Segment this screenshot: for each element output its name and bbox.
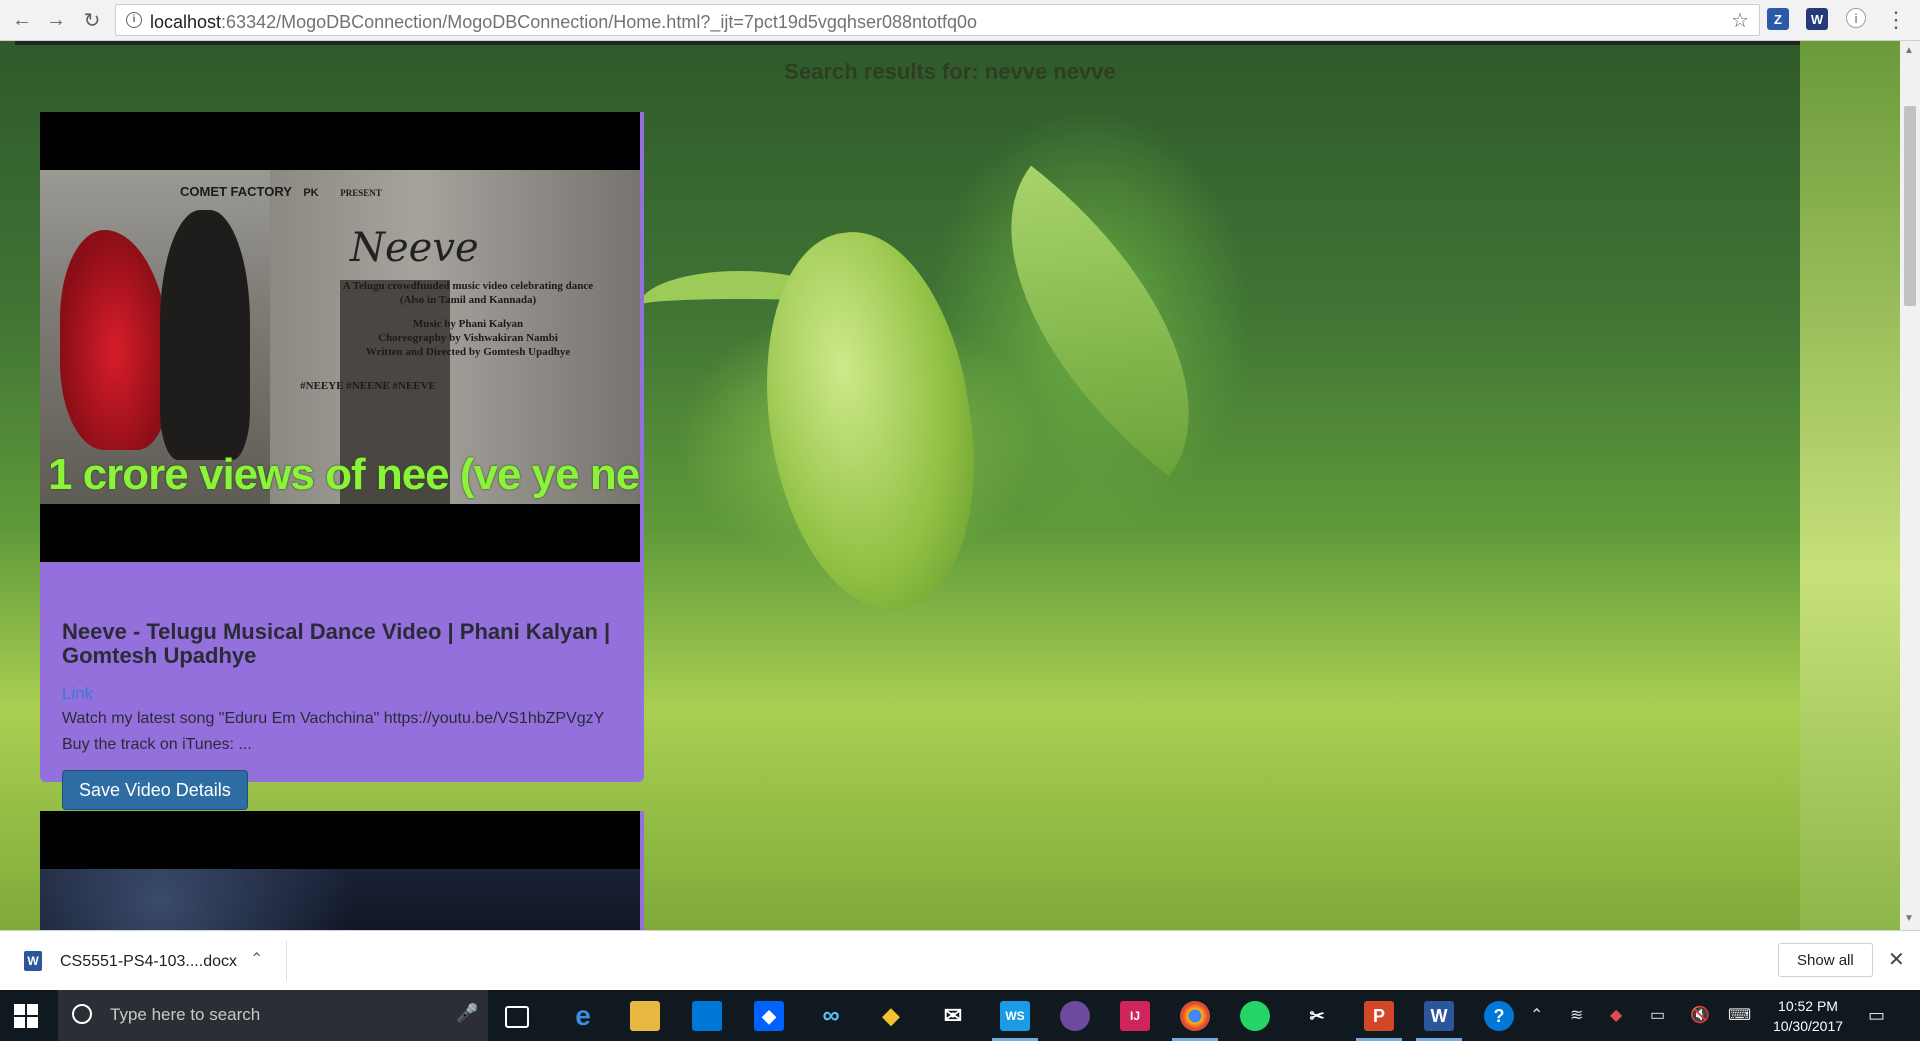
video-thumbnail[interactable] <box>40 811 640 930</box>
taskbar-search-box[interactable]: Type here to search 🎤 <box>58 990 488 1041</box>
thumbnail-dancer-red-dress <box>60 230 170 450</box>
thumbnail-present: PRESENT <box>340 188 382 198</box>
url-text[interactable]: localhost:63342/MogoDBConnection/MogoDBC… <box>150 12 977 33</box>
page-scrollbar[interactable]: ▲ ▼ <box>1900 41 1920 930</box>
bookmark-star-icon[interactable]: ☆ <box>1731 8 1749 33</box>
background-image-edge <box>1800 41 1900 930</box>
dropbox-icon[interactable]: ◆ <box>754 1001 784 1031</box>
chevron-up-icon[interactable]: ⌃ <box>1530 1005 1543 1025</box>
scroll-down-arrow-icon[interactable]: ▼ <box>1904 913 1914 924</box>
page-viewport: Search results for: nevve nevve COMET FA… <box>0 41 1900 930</box>
thumbnail-caption: 1 crore views of nee (ve ye ne) <box>48 450 640 499</box>
address-bar[interactable]: i localhost:63342/MogoDBConnection/MogoD… <box>115 4 1760 36</box>
extension-circle-icon[interactable]: i <box>1846 8 1866 28</box>
intellij-icon[interactable]: IJ <box>1120 1001 1150 1031</box>
help-icon[interactable]: ? <box>1484 1001 1514 1031</box>
header-border <box>15 41 1800 45</box>
webstorm-icon[interactable]: WS <box>1000 1001 1030 1031</box>
action-center-icon[interactable]: ▭ <box>1868 1005 1885 1026</box>
thumbnail-dancer-dark <box>160 210 250 460</box>
battery-icon[interactable]: ▭ <box>1650 1005 1665 1025</box>
word-document-icon[interactable]: W <box>24 951 42 971</box>
extension-icon[interactable]: W <box>1806 8 1828 30</box>
whatsapp-icon[interactable] <box>1240 1001 1270 1031</box>
close-icon[interactable]: ✕ <box>1888 947 1905 972</box>
dropbox-tray-icon[interactable]: ◆ <box>1610 1005 1622 1025</box>
download-file-name[interactable]: CS5551-PS4-103....docx <box>60 953 237 971</box>
video-description: Watch my latest song "Eduru Em Vachchina… <box>62 710 605 753</box>
search-results-heading: Search results for: nevve nevve <box>784 59 1116 84</box>
scrollbar-thumb[interactable] <box>1904 106 1916 306</box>
mail-icon[interactable]: ✉ <box>938 1001 968 1031</box>
word-icon[interactable]: W <box>1424 1001 1454 1031</box>
store-icon[interactable] <box>692 1001 722 1031</box>
zotero-extension-icon[interactable]: Z <box>1767 8 1789 30</box>
wifi-icon[interactable]: ≋ <box>1570 1005 1583 1025</box>
clock-time: 10:52 PM <box>1778 998 1838 1014</box>
save-video-details-button[interactable]: Save Video Details <box>62 770 248 810</box>
cortana-icon[interactable] <box>72 1004 92 1024</box>
microphone-icon[interactable]: 🎤 <box>456 1003 478 1024</box>
back-arrow-icon[interactable]: ← <box>10 8 34 32</box>
volume-muted-icon[interactable]: 🔇 <box>1690 1005 1710 1025</box>
thumbnail-credit-line: Choreography by Vishwakiran Nambi <box>378 332 558 344</box>
chrome-icon[interactable] <box>1180 1001 1210 1031</box>
thumbnail-hashtags: #NEEYE #NEENE #NEEVE <box>300 380 436 392</box>
url-host: localhost <box>150 12 222 32</box>
video-title: Neeve - Telugu Musical Dance Video | Pha… <box>62 619 611 668</box>
thumbnail-image: COMET FACTORY PK PRESENT Neeve A Telugu … <box>40 170 640 504</box>
git-tool-icon[interactable]: ◆ <box>876 1001 906 1031</box>
thumbnail-brand2: PK <box>303 187 319 199</box>
menu-kebab-icon[interactable]: ⋮ <box>1884 7 1908 32</box>
powerpoint-icon[interactable]: P <box>1364 1001 1394 1031</box>
keyboard-icon[interactable]: ⌨ <box>1728 1005 1751 1025</box>
thumbnail-brand-name: COMET FACTORY <box>180 184 292 199</box>
thumbnail-credit-line: A Telugu crowdfunded music video celebra… <box>342 280 594 292</box>
info-icon[interactable]: i <box>126 12 142 28</box>
system-clock[interactable]: 10:52 PM 10/30/2017 <box>1768 996 1848 1036</box>
windows-taskbar: Type here to search 🎤 e ◆ ∞ ◆ ✉ WS IJ ✂ … <box>0 990 1920 1041</box>
windows-start-icon[interactable] <box>14 1004 38 1028</box>
browser-toolbar: ← → ↻ i localhost:63342/MogoDBConnection… <box>0 0 1920 41</box>
video-thumbnail[interactable]: COMET FACTORY PK PRESENT Neeve A Telugu … <box>40 112 640 562</box>
thumbnail-credit-line: (Also in Tamil and Kannada) <box>399 294 537 306</box>
thumbnail-script-title: Neeve <box>350 225 479 271</box>
show-all-downloads-button[interactable]: Show all <box>1778 943 1873 977</box>
scroll-up-arrow-icon[interactable]: ▲ <box>1904 45 1914 56</box>
infinity-app-icon[interactable]: ∞ <box>816 1001 846 1031</box>
shelf-divider <box>286 941 287 981</box>
thumbnail-brand: COMET FACTORY PK PRESENT <box>180 184 382 199</box>
reload-icon[interactable]: ↻ <box>80 8 104 32</box>
file-explorer-icon[interactable] <box>630 1001 660 1031</box>
github-icon[interactable] <box>1060 1001 1090 1031</box>
thumbnail-credit-line: Music by Phani Kalyan <box>412 318 524 330</box>
taskbar-search-placeholder: Type here to search <box>110 1005 261 1024</box>
video-result-card <box>40 811 644 930</box>
video-link[interactable]: Link <box>62 684 93 704</box>
url-path: :63342/MogoDBConnection/MogoDBConnection… <box>221 12 978 32</box>
snipping-tool-icon[interactable]: ✂ <box>1302 1001 1332 1031</box>
task-view-icon[interactable] <box>505 1006 529 1028</box>
edge-browser-icon[interactable]: e <box>568 1000 598 1031</box>
video-result-card: COMET FACTORY PK PRESENT Neeve A Telugu … <box>40 112 644 810</box>
download-shelf: W CS5551-PS4-103....docx ⌃ Show all ✕ <box>0 930 1920 991</box>
thumbnail-image <box>40 869 640 930</box>
sprout-leaf-decoration <box>932 165 1268 477</box>
thumbnail-credit-line: Written and Directed by Gomtesh Upadhye <box>365 346 571 358</box>
chevron-up-icon[interactable]: ⌃ <box>250 949 263 969</box>
clock-date: 10/30/2017 <box>1772 1018 1844 1034</box>
forward-arrow-icon[interactable]: → <box>44 8 68 32</box>
